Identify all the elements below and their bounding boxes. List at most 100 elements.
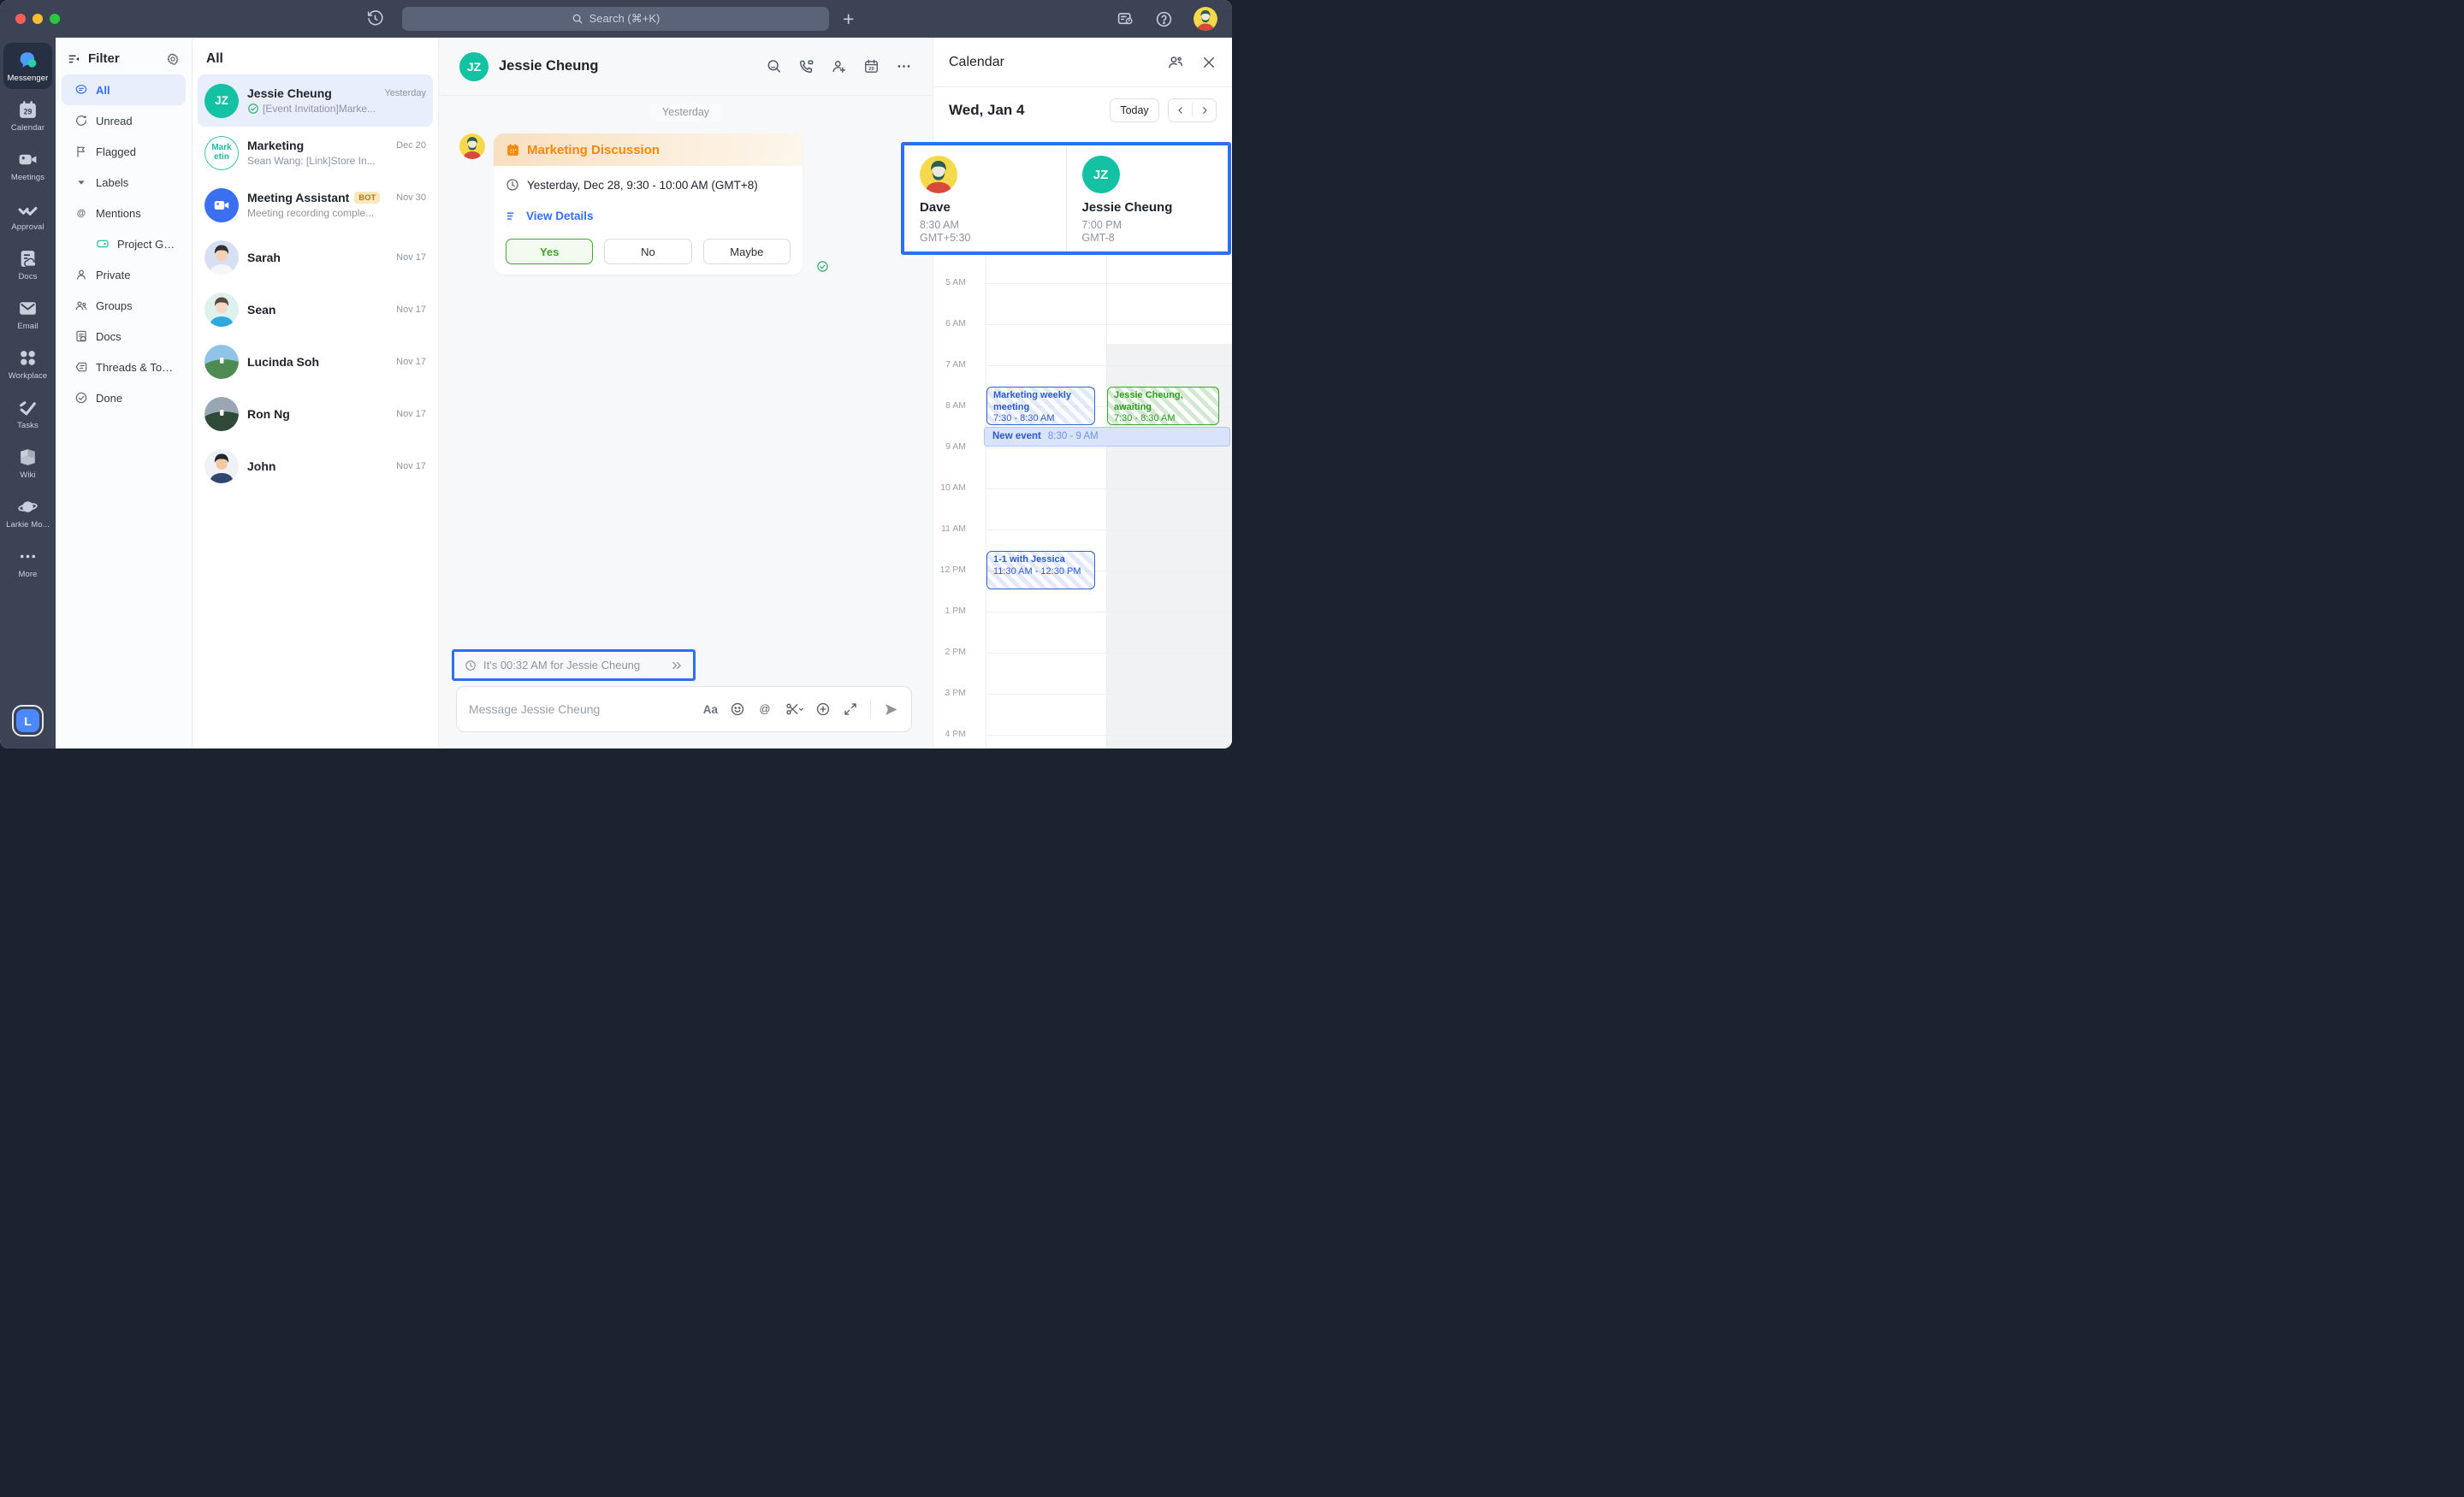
rail-item-icon [17, 50, 38, 71]
today-button[interactable]: Today [1110, 98, 1159, 122]
hour-gridline [986, 447, 1232, 448]
chat-list: JZ Jessie Cheung Yesterday [Event Invita… [192, 74, 438, 492]
filter-icon [68, 52, 81, 66]
rail-item[interactable]: Approval [0, 190, 56, 240]
global-search-input[interactable]: Search (⌘+K) [402, 7, 829, 31]
mention-icon[interactable]: @ [757, 701, 773, 717]
chat-search-icon[interactable] [766, 58, 782, 74]
rail-item-icon [17, 298, 38, 319]
filter-item-icon [74, 114, 88, 127]
hour-label: 12 PM [933, 565, 968, 575]
chat-name: Jessie Cheung [247, 86, 332, 100]
rail-item-icon [17, 248, 38, 269]
calendar-event[interactable]: Jessie Cheung, awaiting 7:30 - 8:30 AM [1107, 387, 1219, 425]
conversation-header: JZ Jessie Cheung 29 [439, 38, 933, 96]
rail-item[interactable]: Messenger [3, 43, 52, 89]
rail-item[interactable]: More [0, 537, 56, 587]
filter-item[interactable]: All [62, 74, 186, 105]
event-invitation-card[interactable]: Marketing Discussion Yesterday, Dec 28, … [494, 133, 803, 275]
calendar-event[interactable]: Marketing weekly meeting 7:30 - 8:30 AM [986, 387, 1095, 425]
filter-item[interactable]: Unread [62, 105, 186, 136]
filter-item[interactable]: Project Group [62, 228, 186, 259]
chat-list-item[interactable]: Lucinda Soh Nov 17 [198, 335, 433, 388]
rail-item[interactable]: Calendar [0, 91, 56, 140]
close-window-button[interactable] [15, 14, 26, 24]
calendar-icon[interactable]: 29 [863, 58, 880, 74]
search-placeholder: Search (⌘+K) [589, 12, 660, 26]
filter-item[interactable]: Private [62, 259, 186, 290]
rail-item[interactable]: Email [0, 289, 56, 339]
chat-list-item[interactable]: John Nov 17 [198, 440, 433, 492]
add-member-icon[interactable] [831, 58, 847, 74]
chat-avatar [204, 397, 239, 431]
double-chevron-right-icon [671, 660, 683, 672]
peer-local-time-notice[interactable]: It's 00:32 AM for Jessie Cheung [452, 649, 696, 681]
filter-item-icon [74, 299, 88, 312]
rail-item[interactable]: Larkie Mo... [0, 488, 56, 537]
filter-item[interactable]: Threads & Topi... [62, 352, 186, 382]
help-icon[interactable] [1155, 10, 1173, 28]
rail-item[interactable]: Workplace [0, 339, 56, 388]
prev-day-button[interactable] [1169, 99, 1192, 121]
search-icon [572, 13, 583, 25]
hour-gridline [986, 324, 1232, 325]
chat-list-item[interactable]: Sean Nov 17 [198, 283, 433, 335]
history-icon[interactable] [366, 9, 384, 27]
filter-item[interactable]: Groups [62, 290, 186, 321]
peer-avatar[interactable]: JZ [459, 52, 489, 81]
message-composer[interactable]: Message Jessie Cheung Aa @ [456, 686, 912, 732]
chat-list-item[interactable]: Mark etin Marketing Dec 20 Sean Wang: [L… [198, 127, 433, 179]
more-icon[interactable] [896, 58, 912, 74]
rail-item-label: Wiki [20, 470, 35, 480]
rsvp-maybe-button[interactable]: Maybe [703, 239, 791, 264]
calendar-event[interactable]: New event 8:30 - 9 AM [984, 427, 1230, 447]
next-day-button[interactable] [1193, 99, 1216, 121]
add-icon[interactable]: + [843, 3, 854, 34]
rail-item[interactable]: Tasks [0, 388, 56, 438]
rail-item[interactable]: Wiki [0, 438, 56, 488]
rsvp-yes-button[interactable]: Yes [506, 239, 593, 264]
add-icon[interactable] [815, 701, 831, 717]
view-details-link[interactable]: View Details [506, 210, 791, 222]
user-avatar[interactable] [1194, 7, 1217, 31]
font-style-icon[interactable]: Aa [703, 703, 718, 716]
filter-item[interactable]: Labels [62, 167, 186, 198]
composer-divider [870, 700, 871, 719]
send-icon[interactable] [883, 701, 899, 718]
workspace-notification-icon[interactable] [1116, 10, 1134, 28]
rsvp-no-button[interactable]: No [604, 239, 691, 264]
filter-item[interactable]: Docs [62, 321, 186, 352]
chat-list-item[interactable]: Ron Ng Nov 17 [198, 388, 433, 440]
workspace-avatar[interactable]: L [12, 705, 44, 737]
minimize-window-button[interactable] [33, 14, 43, 24]
event-time: 7:30 - 8:30 AM [993, 413, 1055, 423]
filter-item[interactable]: Mentions [62, 198, 186, 228]
call-icon[interactable] [798, 58, 814, 74]
column-divider [1106, 255, 1107, 748]
hour-label: 4 PM [933, 729, 968, 739]
gear-icon[interactable] [166, 52, 180, 66]
emoji-icon[interactable] [730, 701, 745, 717]
chat-preview: Sean Wang: [Link]Store In... [247, 155, 426, 167]
close-icon[interactable] [1201, 55, 1217, 70]
chevron-left-icon [1176, 105, 1186, 115]
filter-item[interactable]: Flagged [62, 136, 186, 167]
filter-item-label: Private [96, 269, 130, 281]
filter-item-label: Threads & Topi... [96, 361, 177, 374]
shared-calendars-icon[interactable] [1167, 54, 1184, 71]
timezone-profile[interactable]: JZ Jessie Cheung 7:00 PM GMT-8 [1066, 145, 1229, 251]
chat-list-item[interactable]: Meeting Assistant BOT Nov 30 Meeting rec… [198, 179, 433, 231]
bot-badge: BOT [354, 192, 380, 204]
rail-item[interactable]: Meetings [0, 140, 56, 190]
chat-name: Ron Ng [247, 407, 290, 421]
calendar-event[interactable]: 1-1 with Jessica 11:30 AM - 12:30 PM [986, 551, 1095, 589]
expand-icon[interactable] [843, 701, 858, 717]
sender-avatar[interactable] [459, 133, 485, 159]
timezone-profile[interactable]: Dave 8:30 AM GMT+5:30 [904, 145, 1066, 251]
zoom-window-button[interactable] [50, 14, 60, 24]
rail-item[interactable]: Docs [0, 240, 56, 289]
filter-item[interactable]: Done [62, 382, 186, 413]
chat-list-item[interactable]: JZ Jessie Cheung Yesterday [Event Invita… [198, 74, 433, 127]
screenshot-icon[interactable] [785, 701, 803, 717]
chat-list-item[interactable]: Sarah Nov 17 [198, 231, 433, 283]
